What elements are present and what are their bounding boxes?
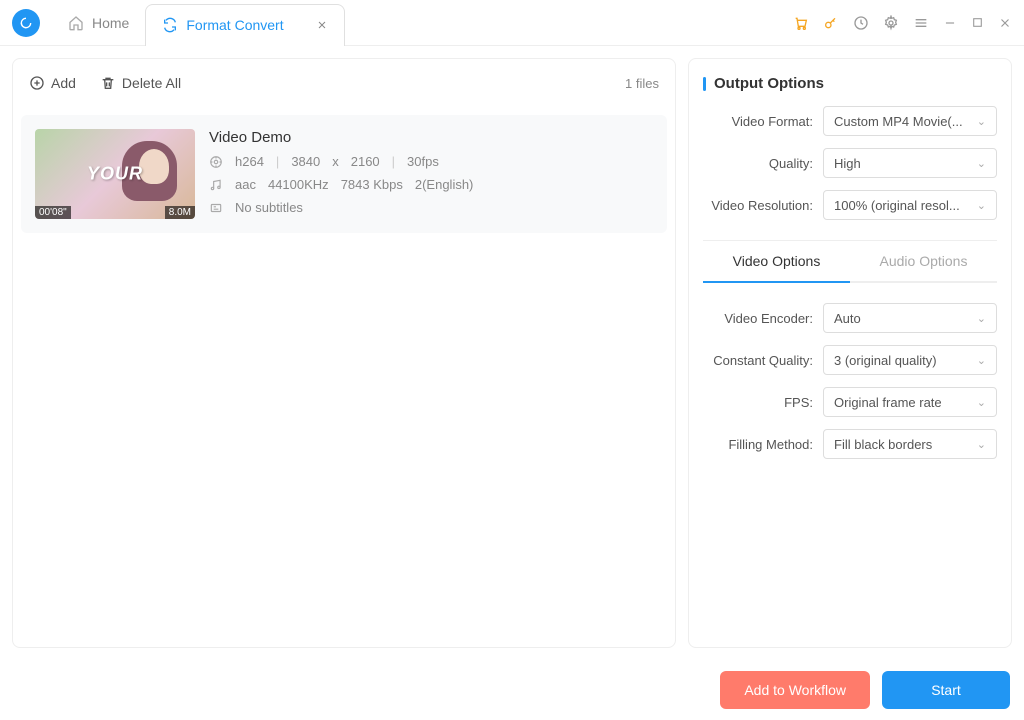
app-logo[interactable] bbox=[12, 9, 40, 37]
subtab-video-options[interactable]: Video Options bbox=[703, 241, 850, 283]
file-card[interactable]: YOUR 00'08" 8.0M Video Demo h264 | 3840 … bbox=[21, 115, 667, 233]
encoder-label: Video Encoder: bbox=[703, 311, 813, 326]
encoder-select[interactable]: Auto ⌄ bbox=[823, 303, 997, 333]
chevron-down-icon: ⌄ bbox=[977, 396, 986, 409]
music-icon bbox=[209, 178, 223, 192]
add-label: Add bbox=[51, 75, 76, 91]
resolution-select[interactable]: 100% (original resol... ⌄ bbox=[823, 190, 997, 220]
thumb-size: 8.0M bbox=[165, 206, 195, 219]
options-subtabs: Video Options Audio Options bbox=[703, 241, 997, 283]
options-pane: Output Options Video Format: Custom MP4 … bbox=[688, 58, 1012, 648]
video-meta-row: h264 | 3840 x 2160 | 30fps bbox=[209, 154, 653, 169]
window-controls bbox=[793, 15, 1012, 31]
titlebar: Home Format Convert bbox=[0, 0, 1024, 46]
file-list-pane: Add Delete All 1 files YOUR 00'08" 8.0M bbox=[12, 58, 676, 648]
menu-icon[interactable] bbox=[913, 15, 929, 31]
minimize-icon[interactable] bbox=[943, 16, 957, 30]
fps-label: FPS: bbox=[703, 395, 813, 410]
subtitle-meta-row: No subtitles bbox=[209, 200, 653, 215]
resolution-label: Video Resolution: bbox=[703, 198, 813, 213]
file-title: Video Demo bbox=[209, 129, 653, 146]
plus-icon bbox=[29, 75, 45, 91]
add-button[interactable]: Add bbox=[29, 75, 76, 91]
constant-quality-select[interactable]: 3 (original quality) ⌄ bbox=[823, 345, 997, 375]
file-toolbar: Add Delete All 1 files bbox=[13, 59, 675, 107]
chevron-down-icon: ⌄ bbox=[977, 312, 986, 325]
tab-convert-label: Format Convert bbox=[186, 17, 283, 33]
fps-select[interactable]: Original frame rate ⌄ bbox=[823, 387, 997, 417]
video-thumbnail: YOUR 00'08" 8.0M bbox=[35, 129, 195, 219]
chevron-down-icon: ⌄ bbox=[977, 115, 986, 128]
settings-icon[interactable] bbox=[883, 15, 899, 31]
key-icon[interactable] bbox=[823, 15, 839, 31]
audio-meta-row: aac 44100KHz 7843 Kbps 2(English) bbox=[209, 177, 653, 192]
chevron-down-icon: ⌄ bbox=[977, 157, 986, 170]
chevron-down-icon: ⌄ bbox=[977, 354, 986, 367]
delete-all-button[interactable]: Delete All bbox=[100, 75, 181, 91]
home-icon bbox=[68, 15, 84, 31]
constant-quality-label: Constant Quality: bbox=[703, 353, 813, 368]
subtitle-icon bbox=[209, 201, 223, 215]
chevron-down-icon: ⌄ bbox=[977, 199, 986, 212]
quality-label: Quality: bbox=[703, 156, 813, 171]
video-icon bbox=[209, 155, 223, 169]
video-format-label: Video Format: bbox=[703, 114, 813, 129]
output-options-title: Output Options bbox=[703, 75, 997, 92]
add-to-workflow-button[interactable]: Add to Workflow bbox=[720, 671, 870, 709]
maximize-icon[interactable] bbox=[971, 16, 984, 29]
delete-all-label: Delete All bbox=[122, 75, 181, 91]
quality-select[interactable]: High ⌄ bbox=[823, 148, 997, 178]
tab-home[interactable]: Home bbox=[52, 0, 145, 46]
close-icon[interactable] bbox=[316, 19, 328, 31]
filling-method-label: Filling Method: bbox=[703, 437, 813, 452]
filling-method-select[interactable]: Fill black borders ⌄ bbox=[823, 429, 997, 459]
chevron-down-icon: ⌄ bbox=[977, 438, 986, 451]
tab-format-convert[interactable]: Format Convert bbox=[145, 4, 344, 46]
tab-home-label: Home bbox=[92, 15, 129, 31]
cart-icon[interactable] bbox=[793, 15, 809, 31]
trash-icon bbox=[100, 75, 116, 91]
history-icon[interactable] bbox=[853, 15, 869, 31]
video-format-select[interactable]: Custom MP4 Movie(... ⌄ bbox=[823, 106, 997, 136]
start-button[interactable]: Start bbox=[882, 671, 1010, 709]
thumb-overlay-text: YOUR bbox=[87, 164, 143, 185]
footer: Add to Workflow Start bbox=[0, 660, 1024, 720]
thumb-duration: 00'08" bbox=[35, 206, 71, 219]
file-count: 1 files bbox=[625, 76, 659, 91]
subtab-audio-options[interactable]: Audio Options bbox=[850, 241, 997, 283]
window-close-icon[interactable] bbox=[998, 16, 1012, 30]
convert-icon bbox=[162, 17, 178, 33]
